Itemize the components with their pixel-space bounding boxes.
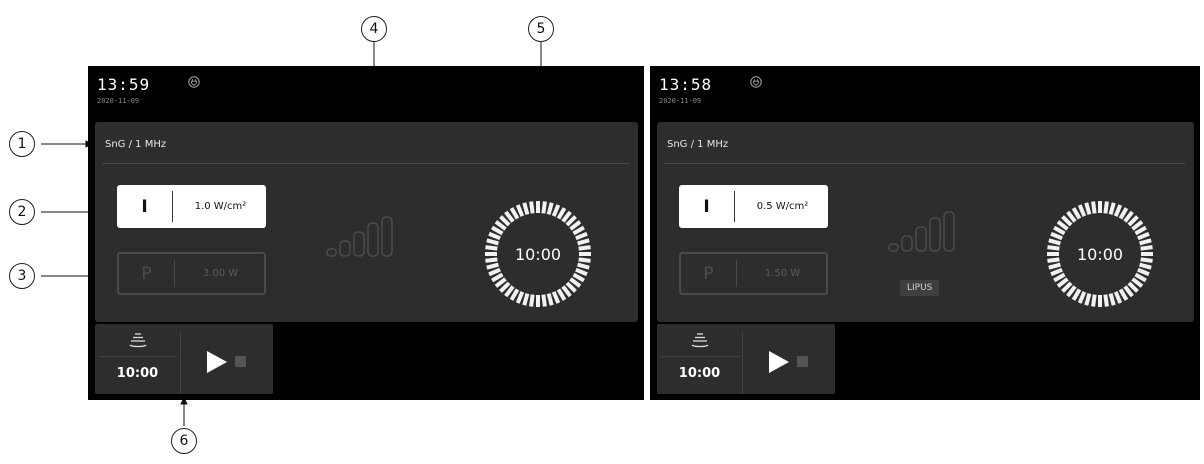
mode-label: SnG / 1 MHz	[667, 139, 729, 150]
divider	[661, 356, 739, 357]
callout-1: 1	[9, 131, 35, 157]
control-bar: 10:00	[95, 324, 273, 394]
signal-level-icon	[326, 216, 393, 257]
power-letter: P	[703, 263, 714, 284]
divider	[172, 191, 173, 222]
lipus-badge: LIPUS	[900, 280, 940, 296]
divider	[174, 260, 175, 287]
mode-label: SnG / 1 MHz	[105, 139, 167, 150]
callout-4: 4	[361, 16, 387, 42]
stop-icon[interactable]	[797, 356, 808, 367]
intensity-value: 0.5 W/cm²	[756, 201, 809, 212]
treatment-time[interactable]: 10:00	[657, 366, 742, 381]
timer-display: 10:00	[1076, 244, 1124, 264]
divider	[736, 260, 737, 287]
stop-icon[interactable]	[235, 356, 246, 367]
clock-date: 2020-11-09	[97, 97, 140, 105]
divider	[180, 332, 181, 394]
clock-time: 13:58	[659, 75, 713, 94]
divider	[734, 191, 735, 222]
treatment-panel: SnG / 1 MHz I 0.5 W/cm² P 1.50 W LIPUS 1…	[657, 122, 1194, 322]
signal-level-icon	[888, 211, 955, 252]
device-screen-right: 13:58 2020-11-09 SnG / 1 MHz I 0.5 W/cm²…	[650, 66, 1200, 400]
callout-2: 2	[9, 199, 35, 225]
control-bar: 10:00	[657, 324, 835, 394]
callout-3: 3	[9, 263, 35, 289]
divider	[742, 332, 743, 394]
play-icon[interactable]	[769, 351, 789, 373]
divider	[99, 356, 177, 357]
clock-date: 2020-11-09	[659, 97, 702, 105]
power-button[interactable]: P 1.50 W	[679, 252, 828, 295]
intensity-button[interactable]: I 1.0 W/cm²	[117, 185, 266, 228]
divider	[102, 163, 629, 164]
callout-6: 6	[171, 428, 197, 454]
timer-display: 10:00	[514, 244, 562, 264]
device-screen-left: 13:59 2020-11-09 SnG / 1 MHz I 1.0 W/cm²…	[88, 66, 644, 400]
intensity-button[interactable]: I 0.5 W/cm²	[679, 185, 828, 228]
treatment-panel: SnG / 1 MHz I 1.0 W/cm² P 3.00 W 10:00	[95, 122, 638, 322]
treatment-time[interactable]: 10:00	[95, 366, 180, 381]
power-value: 3.00 W	[202, 268, 239, 279]
intensity-value: 1.0 W/cm²	[194, 201, 247, 212]
intensity-letter: I	[141, 196, 148, 217]
clock-time: 13:59	[97, 75, 151, 94]
intensity-letter: I	[703, 196, 710, 217]
callout-5: 5	[528, 16, 554, 42]
ultrasound-transducer-icon[interactable]	[129, 332, 147, 348]
divider	[664, 163, 1185, 164]
power-value: 1.50 W	[764, 268, 801, 279]
play-icon[interactable]	[207, 351, 227, 373]
power-letter: P	[141, 263, 152, 284]
power-button[interactable]: P 3.00 W	[117, 252, 266, 295]
power-plug-icon	[188, 76, 200, 88]
ultrasound-transducer-icon[interactable]	[691, 332, 709, 348]
power-plug-icon	[750, 76, 762, 88]
